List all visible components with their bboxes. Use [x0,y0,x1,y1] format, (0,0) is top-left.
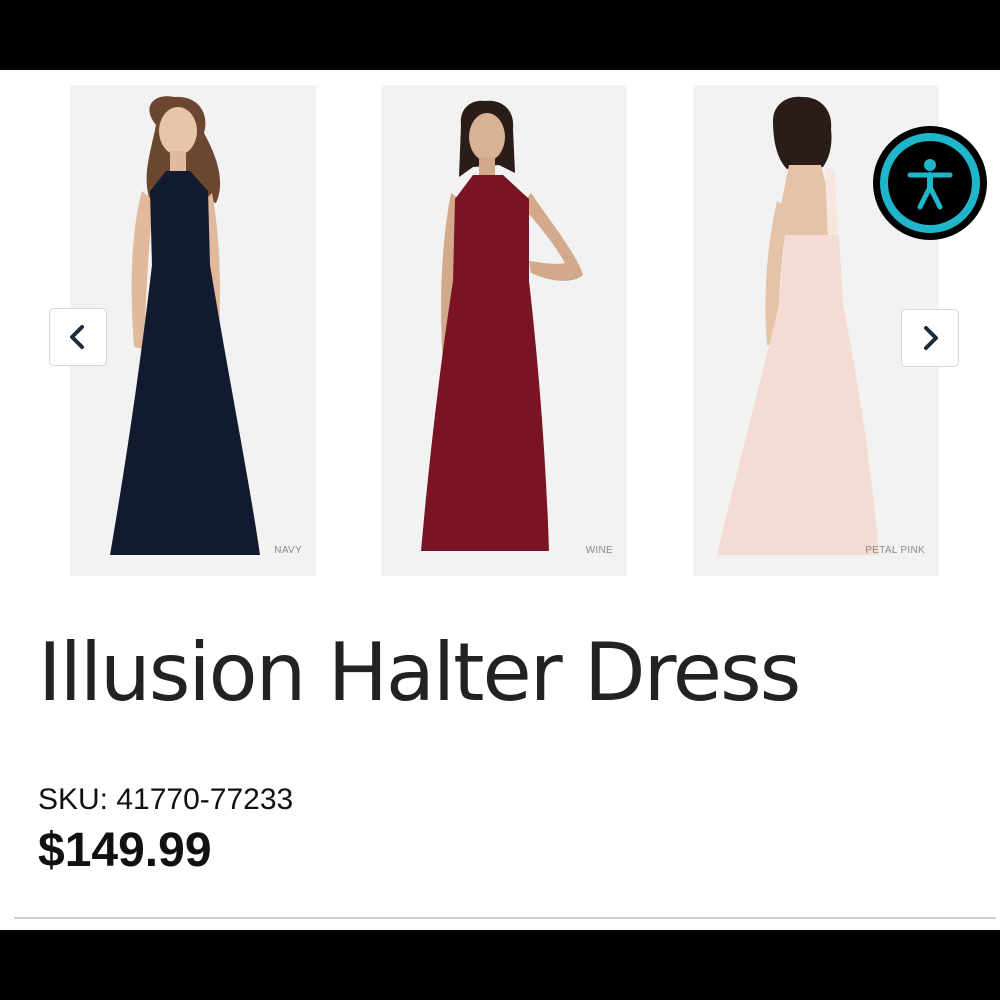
carousel-next-button[interactable] [901,309,959,367]
sku-value: 41770-77233 [116,783,294,816]
product-image-wine[interactable]: WINE [381,85,627,576]
model-wine-illustration [381,85,627,576]
chevron-right-icon [924,326,938,350]
product-image-carousel: NAVY WINE PETAL PINK [0,70,1000,590]
color-label-wine: WINE [585,545,613,556]
bottom-black-bar [0,930,1000,1000]
sku-row: SKU: 41770-77233 [38,782,293,818]
divider [14,917,996,919]
chevron-left-icon [70,325,84,349]
product-title: Illusion Halter Dress [38,626,801,719]
screen: NAVY WINE PETAL PINK Illusion Halter Dre… [0,0,1000,1000]
accessibility-icon [907,159,953,210]
carousel-prev-button[interactable] [49,308,107,366]
color-label-navy: NAVY [274,545,302,556]
color-label-petal-pink: PETAL PINK [865,545,925,556]
sku-label: SKU: [38,783,109,816]
product-price: $149.99 [38,824,212,877]
top-black-bar [0,0,1000,70]
accessibility-button[interactable] [873,126,987,240]
